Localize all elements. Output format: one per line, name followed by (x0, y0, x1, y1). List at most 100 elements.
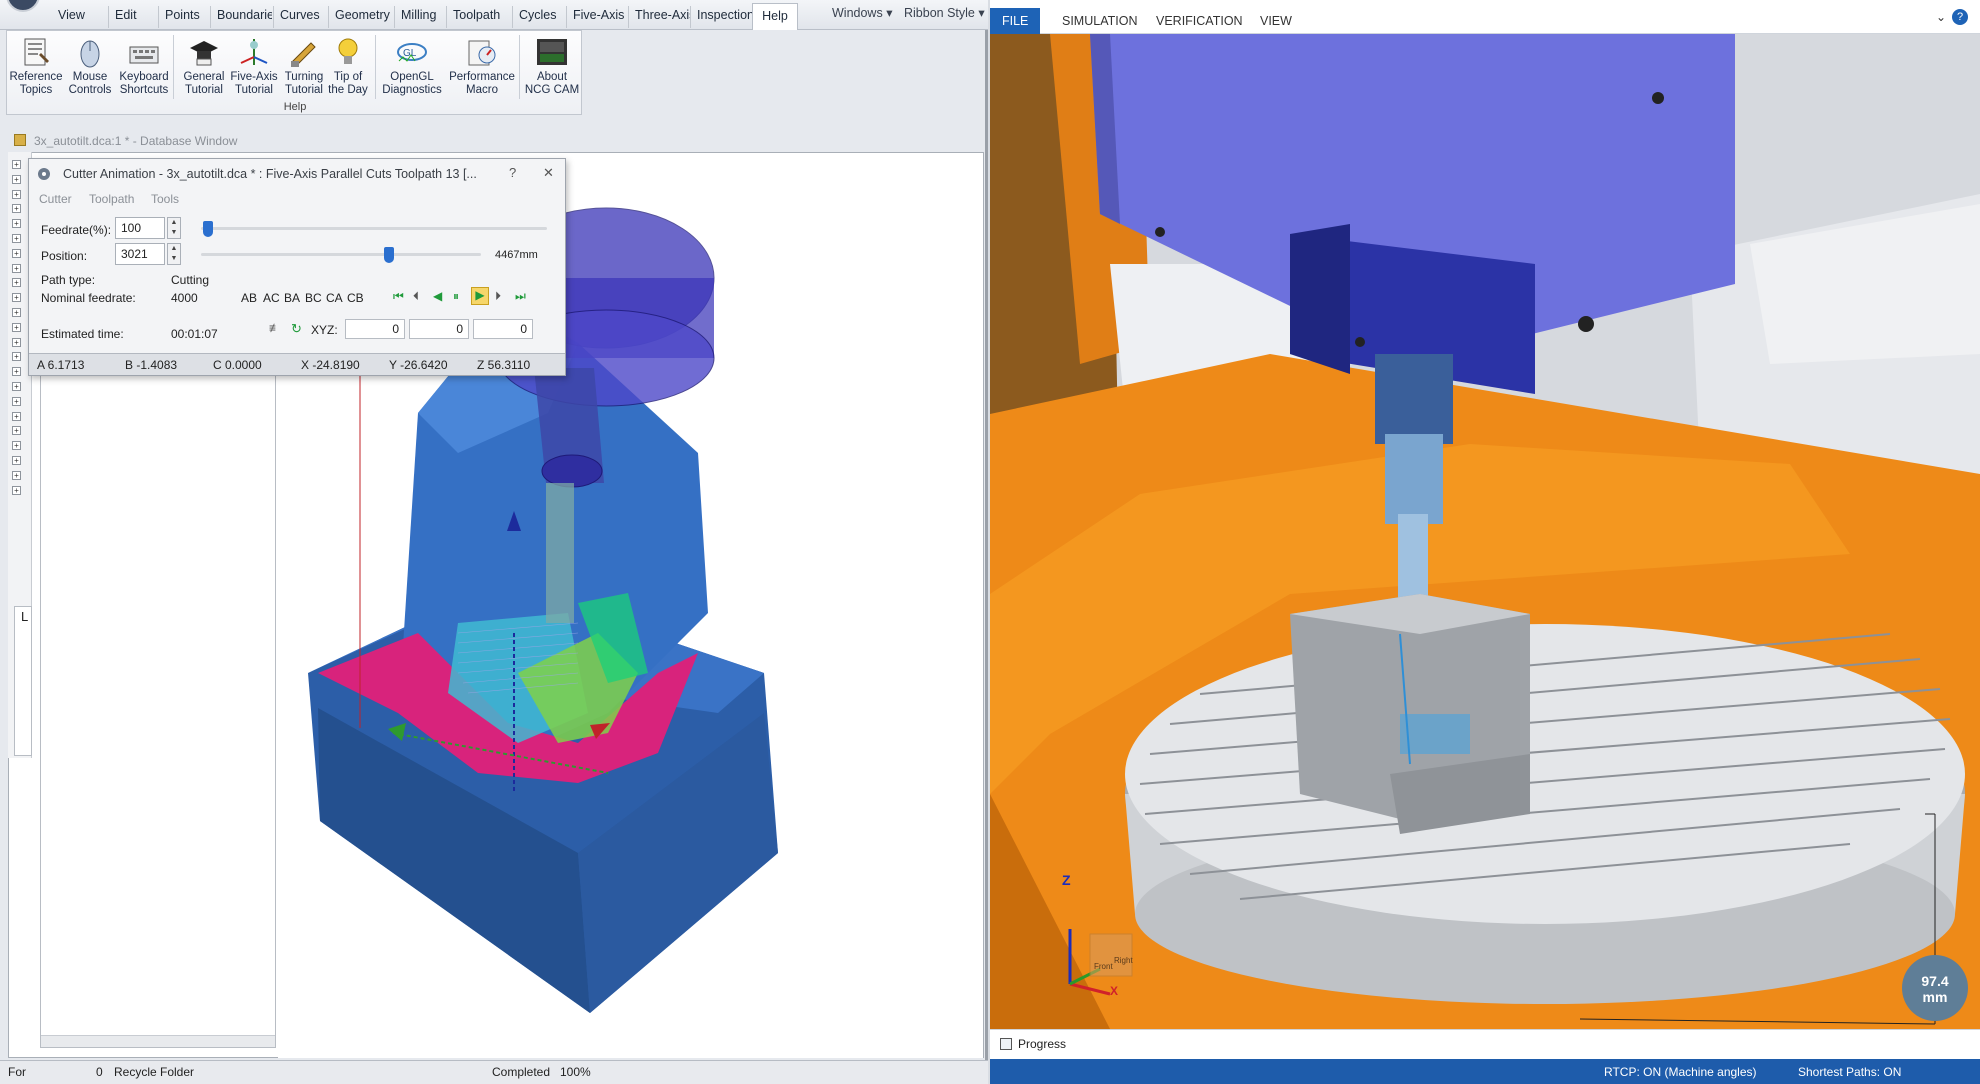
tree-expand-icon[interactable]: + (12, 160, 21, 169)
first-frame-icon[interactable]: ⏮ (393, 289, 404, 304)
axis-pair-ca[interactable]: CA (326, 291, 343, 305)
refresh-icon[interactable]: ↻ (291, 321, 302, 337)
tab-file[interactable]: FILE (990, 8, 1041, 34)
reference-topics-button[interactable]: Reference Topics (9, 33, 63, 101)
general-tutorial-button[interactable]: General Tutorial (177, 33, 231, 101)
book-icon (19, 35, 53, 69)
tab-inspection[interactable]: Inspection (690, 6, 752, 28)
cutter-dialog-icon (37, 167, 51, 181)
performance-macro-button[interactable]: Performance Macro (447, 33, 517, 101)
tree-expand-icon[interactable]: + (12, 189, 21, 199)
tree-expand-icon[interactable]: + (12, 308, 21, 317)
tab-view[interactable]: VIEW (1248, 8, 1304, 34)
tree-scrollbar[interactable] (41, 1035, 275, 1047)
step-back-icon[interactable]: ⏴ (413, 289, 419, 304)
nominal-feedrate-value: 4000 (171, 291, 198, 305)
keyboard-shortcuts-button[interactable]: Keyboard Shortcuts (117, 33, 171, 101)
axis-pair-bc[interactable]: BC (305, 291, 322, 305)
tree-panel (40, 368, 276, 1048)
tree-expand-icon[interactable]: + (12, 174, 21, 184)
tab-milling[interactable]: Milling (394, 6, 442, 28)
position-slider-thumb[interactable] (383, 247, 394, 263)
position-input[interactable]: 3021 (115, 243, 165, 265)
coord-x: X -24.8190 (301, 358, 360, 372)
menu-tools[interactable]: Tools (151, 192, 179, 206)
tab-simulation[interactable]: SIMULATION (1050, 8, 1149, 34)
menu-toolpath[interactable]: Toolpath (89, 192, 134, 206)
tab-verification[interactable]: VERIFICATION (1144, 8, 1255, 34)
z-field[interactable]: 0 (473, 319, 533, 339)
axis-pair-ac[interactable]: AC (263, 291, 280, 305)
tip-of-the-day-button[interactable]: Tip of the Day (323, 33, 373, 101)
opengl-diagnostics-button[interactable]: GL OpenGL Diagnostics (379, 33, 445, 101)
tab-curves[interactable]: Curves (273, 6, 326, 28)
tree-expand-icon[interactable]: + (12, 396, 21, 406)
tab-help[interactable]: Help (752, 3, 798, 30)
tree-expand-icon[interactable]: + (12, 382, 21, 391)
settings-icon[interactable]: ≢ (269, 321, 281, 335)
position-slider-track[interactable] (201, 253, 481, 256)
view-cube-front[interactable]: Front (1094, 962, 1113, 971)
y-field[interactable]: 0 (409, 319, 469, 339)
tree-expand-icon[interactable]: + (12, 411, 21, 421)
help-button[interactable]: ? (509, 165, 516, 180)
progress-label[interactable]: Progress (1018, 1037, 1066, 1051)
tab-points[interactable]: Points (158, 6, 206, 28)
tree-expand-icon[interactable]: + (12, 426, 21, 436)
feedrate-slider-thumb[interactable] (202, 221, 213, 237)
status-completed: Completed (492, 1065, 551, 1079)
close-button[interactable]: ✕ (543, 165, 554, 181)
step-forward-icon[interactable]: ⏵ (495, 289, 501, 304)
chevron-down-icon[interactable]: ⌄ (1936, 10, 1946, 24)
menu-cutter[interactable]: Cutter (39, 192, 72, 206)
position-stepper[interactable]: ▲ ▼ (167, 243, 181, 265)
chevron-down-icon: ▾ (978, 6, 985, 20)
tree-expand-icon[interactable]: + (12, 337, 21, 347)
x-field[interactable]: 0 (345, 319, 405, 339)
tree-expand-icon[interactable]: + (12, 367, 21, 377)
last-frame-icon[interactable]: ⏭ (515, 289, 526, 304)
tab-three-axis[interactable]: Three-Axis (628, 6, 690, 28)
windows-menu[interactable]: Windows ▾ (826, 3, 898, 25)
app-logo-icon[interactable] (6, 0, 40, 12)
feedrate-stepper[interactable]: ▲ ▼ (167, 217, 181, 239)
tab-edit[interactable]: Edit (108, 6, 143, 28)
tree-expand-icon[interactable]: + (12, 293, 21, 303)
tree-expand-icon[interactable]: + (12, 441, 21, 451)
simulation-window: FILE SIMULATION VERIFICATION VIEW ⌄ ? Z … (990, 0, 1980, 1084)
reverse-play-icon[interactable]: ◀ (433, 289, 442, 303)
about-ncg-cam-button[interactable]: About NCG CAM (523, 33, 581, 101)
tab-geometry[interactable]: Geometry (328, 6, 396, 28)
tree-expand-icon[interactable]: + (12, 456, 21, 465)
tab-cycles[interactable]: Cycles (512, 6, 563, 28)
tree-expand-icon[interactable]: + (12, 204, 21, 214)
tree-expand-icon[interactable]: + (12, 219, 21, 229)
tree-expand-icon[interactable]: + (12, 470, 21, 480)
tree-expand-icon[interactable]: + (12, 248, 21, 258)
simulation-ribbon-tabs: FILE SIMULATION VERIFICATION VIEW ⌄ ? (990, 0, 1980, 34)
feedrate-slider-track[interactable] (201, 227, 547, 230)
axis-pair-ba[interactable]: BA (284, 291, 300, 305)
axis-pair-ab[interactable]: AB (241, 291, 257, 305)
tab-view[interactable]: View (52, 6, 91, 28)
tree-expand-icon[interactable]: + (12, 263, 21, 273)
feedrate-input[interactable]: 100 (115, 217, 165, 239)
machine-simulation-viewport[interactable]: Z X Front Right (990, 34, 1980, 1029)
five-axis-tutorial-button[interactable]: Five-Axis Tutorial (227, 33, 281, 101)
tree-expand-icon[interactable]: + (12, 234, 21, 243)
ribbon-style-menu[interactable]: Ribbon Style ▾ (898, 3, 991, 25)
tab-toolpath[interactable]: Toolpath (446, 6, 506, 28)
pause-icon[interactable]: ⏸ (453, 289, 459, 304)
help-icon[interactable]: ? (1952, 9, 1968, 25)
tree-expand-icon[interactable]: + (12, 352, 21, 362)
tab-boundaries[interactable]: Boundarie (210, 6, 272, 28)
tab-five-axis[interactable]: Five-Axis (566, 6, 630, 28)
axis-pair-cb[interactable]: CB (347, 291, 364, 305)
tree-expand-icon[interactable]: + (12, 322, 21, 332)
tree-expand-icon[interactable]: + (12, 278, 21, 288)
mouse-controls-button[interactable]: Mouse Controls (63, 33, 117, 101)
xyz-label: XYZ: (311, 323, 338, 337)
tree-expand-icon[interactable]: + (12, 485, 21, 495)
play-icon[interactable]: ▶ (471, 287, 489, 305)
view-cube-right[interactable]: Right (1114, 956, 1133, 965)
